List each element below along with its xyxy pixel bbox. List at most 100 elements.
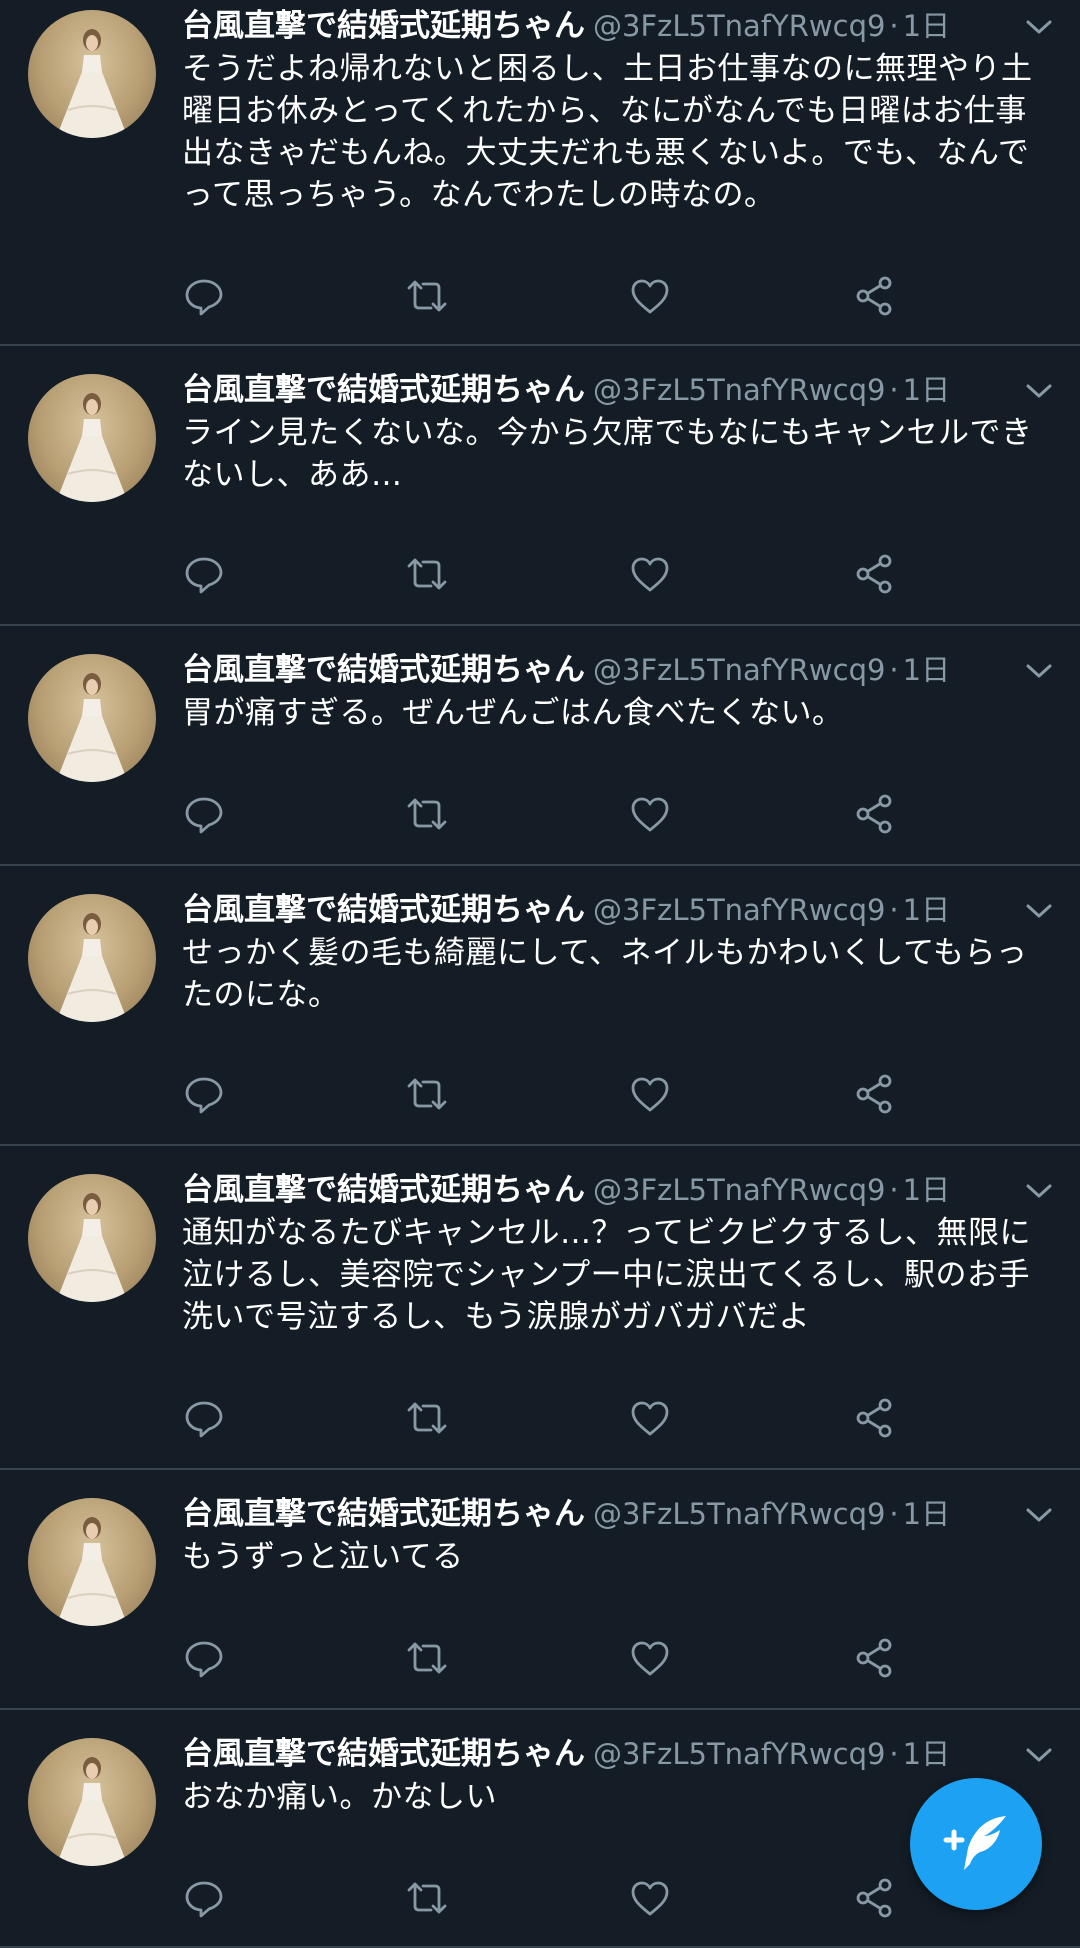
- separator-dot: ·: [889, 653, 899, 687]
- timestamp[interactable]: 1日: [903, 373, 950, 407]
- timestamp[interactable]: 1日: [903, 1737, 950, 1771]
- heart-icon[interactable]: [628, 552, 672, 596]
- separator-dot: ·: [889, 1737, 899, 1771]
- separator-dot: ·: [889, 373, 899, 407]
- avatar[interactable]: [28, 1498, 156, 1626]
- share-icon[interactable]: [852, 1876, 896, 1920]
- tweet-header: 台風直撃で結婚式延期ちゃん @3FzL5TnafYRwcq9 · 1日: [182, 4, 1016, 48]
- chevron-down-icon[interactable]: [1022, 10, 1056, 44]
- chevron-down-icon[interactable]: [1022, 1738, 1056, 1772]
- tweet[interactable]: 台風直撃で結婚式延期ちゃん @3FzL5TnafYRwcq9 · 1日 通知がなるたび…: [0, 1146, 1080, 1470]
- share-icon[interactable]: [852, 1636, 896, 1680]
- compose-tweet-button[interactable]: [910, 1778, 1042, 1910]
- user-handle[interactable]: @3FzL5TnafYRwcq9: [593, 1737, 885, 1771]
- reply-icon[interactable]: [182, 1636, 226, 1680]
- tweet-actions: [182, 552, 902, 596]
- avatar[interactable]: [28, 1174, 156, 1302]
- user-handle[interactable]: @3FzL5TnafYRwcq9: [593, 1173, 885, 1207]
- user-handle[interactable]: @3FzL5TnafYRwcq9: [593, 9, 885, 43]
- reply-icon[interactable]: [182, 274, 226, 318]
- tweet-text: せっかく髪の毛も綺麗にして、ネイルもかわいくしてもらったのにな。: [182, 935, 1028, 1013]
- timestamp[interactable]: 1日: [903, 893, 950, 927]
- retweet-icon[interactable]: [405, 552, 449, 596]
- tweet-header: 台風直撃で結婚式延期ちゃん @3FzL5TnafYRwcq9 · 1日: [182, 368, 1016, 412]
- separator-dot: ·: [889, 9, 899, 43]
- timestamp[interactable]: 1日: [903, 1173, 950, 1207]
- tweet-actions: [182, 792, 902, 836]
- tweet-text: 通知がなるたびキャンセル…？ってビクビクするし、無限に泣けるし、美容院でシャンプ…: [182, 1215, 1031, 1335]
- tweet-header: 台風直撃で結婚式延期ちゃん @3FzL5TnafYRwcq9 · 1日: [182, 1492, 1016, 1536]
- user-handle[interactable]: @3FzL5TnafYRwcq9: [593, 373, 885, 407]
- tweet[interactable]: 台風直撃で結婚式延期ちゃん @3FzL5TnafYRwcq9 · 1日 胃が痛すぎる。…: [0, 626, 1080, 866]
- display-name[interactable]: 台風直撃で結婚式延期ちゃん: [182, 8, 585, 44]
- avatar[interactable]: [28, 1738, 156, 1866]
- retweet-icon[interactable]: [405, 1636, 449, 1680]
- heart-icon[interactable]: [628, 1396, 672, 1440]
- retweet-icon[interactable]: [405, 792, 449, 836]
- separator-dot: ·: [889, 893, 899, 927]
- tweet[interactable]: 台風直撃で結婚式延期ちゃん @3FzL5TnafYRwcq9 · 1日 もうずっと泣い…: [0, 1470, 1080, 1710]
- display-name[interactable]: 台風直撃で結婚式延期ちゃん: [182, 1172, 585, 1208]
- timeline: 台風直撃で結婚式延期ちゃん @3FzL5TnafYRwcq9 · 1日 そうだよね帰れ…: [0, 0, 1080, 1948]
- timestamp[interactable]: 1日: [903, 653, 950, 687]
- share-icon[interactable]: [852, 792, 896, 836]
- share-icon[interactable]: [852, 552, 896, 596]
- share-icon[interactable]: [852, 1072, 896, 1116]
- heart-icon[interactable]: [628, 1072, 672, 1116]
- user-handle[interactable]: @3FzL5TnafYRwcq9: [593, 1497, 885, 1531]
- display-name[interactable]: 台風直撃で結婚式延期ちゃん: [182, 892, 585, 928]
- share-icon[interactable]: [852, 1396, 896, 1440]
- reply-icon[interactable]: [182, 1072, 226, 1116]
- retweet-icon[interactable]: [405, 1396, 449, 1440]
- tweet-actions: [182, 1876, 902, 1920]
- tweet-text: ライン見たくないな。今から欠席でもなにもキャンセルできないし、ああ…: [182, 415, 1033, 493]
- tweet-header: 台風直撃で結婚式延期ちゃん @3FzL5TnafYRwcq9 · 1日: [182, 648, 1016, 692]
- timestamp[interactable]: 1日: [903, 9, 950, 43]
- display-name[interactable]: 台風直撃で結婚式延期ちゃん: [182, 1736, 585, 1772]
- avatar[interactable]: [28, 654, 156, 782]
- retweet-icon[interactable]: [405, 1876, 449, 1920]
- tweet-actions: [182, 1072, 902, 1116]
- reply-icon[interactable]: [182, 1876, 226, 1920]
- chevron-down-icon[interactable]: [1022, 374, 1056, 408]
- heart-icon[interactable]: [628, 1876, 672, 1920]
- chevron-down-icon[interactable]: [1022, 1174, 1056, 1208]
- tweet-text: 胃が痛すぎる。ぜんぜんごはん食べたくない。: [182, 695, 844, 731]
- avatar[interactable]: [28, 374, 156, 502]
- reply-icon[interactable]: [182, 1396, 226, 1440]
- tweet-text: そうだよね帰れないと困るし、土日お仕事なのに無理やり土曜日お休みとってくれたから…: [182, 51, 1033, 213]
- tweet-text: もうずっと泣いてる: [182, 1539, 464, 1575]
- retweet-icon[interactable]: [405, 1072, 449, 1116]
- heart-icon[interactable]: [628, 274, 672, 318]
- heart-icon[interactable]: [628, 1636, 672, 1680]
- tweet-actions: [182, 274, 902, 318]
- compose-tweet-icon: [943, 1816, 1006, 1870]
- display-name[interactable]: 台風直撃で結婚式延期ちゃん: [182, 372, 585, 408]
- share-icon[interactable]: [852, 274, 896, 318]
- avatar[interactable]: [28, 10, 156, 138]
- display-name[interactable]: 台風直撃で結婚式延期ちゃん: [182, 1496, 585, 1532]
- chevron-down-icon[interactable]: [1022, 654, 1056, 688]
- avatar[interactable]: [28, 894, 156, 1022]
- separator-dot: ·: [889, 1173, 899, 1207]
- reply-icon[interactable]: [182, 792, 226, 836]
- tweet-header: 台風直撃で結婚式延期ちゃん @3FzL5TnafYRwcq9 · 1日: [182, 1168, 1016, 1212]
- user-handle[interactable]: @3FzL5TnafYRwcq9: [593, 893, 885, 927]
- tweet[interactable]: 台風直撃で結婚式延期ちゃん @3FzL5TnafYRwcq9 · 1日 ライン見たくな…: [0, 346, 1080, 626]
- tweet-actions: [182, 1396, 902, 1440]
- reply-icon[interactable]: [182, 552, 226, 596]
- display-name[interactable]: 台風直撃で結婚式延期ちゃん: [182, 652, 585, 688]
- user-handle[interactable]: @3FzL5TnafYRwcq9: [593, 653, 885, 687]
- tweet-header: 台風直撃で結婚式延期ちゃん @3FzL5TnafYRwcq9 · 1日: [182, 1732, 1016, 1776]
- tweet-actions: [182, 1636, 902, 1680]
- timestamp[interactable]: 1日: [903, 1497, 950, 1531]
- separator-dot: ·: [889, 1497, 899, 1531]
- tweet[interactable]: 台風直撃で結婚式延期ちゃん @3FzL5TnafYRwcq9 · 1日 そうだよね帰れ…: [0, 0, 1080, 346]
- tweet-header: 台風直撃で結婚式延期ちゃん @3FzL5TnafYRwcq9 · 1日: [182, 888, 1016, 932]
- chevron-down-icon[interactable]: [1022, 1498, 1056, 1532]
- heart-icon[interactable]: [628, 792, 672, 836]
- tweet[interactable]: 台風直撃で結婚式延期ちゃん @3FzL5TnafYRwcq9 · 1日 せっかく髪の毛…: [0, 866, 1080, 1146]
- tweet-text: おなか痛い。かなしい: [182, 1779, 497, 1815]
- retweet-icon[interactable]: [405, 274, 449, 318]
- chevron-down-icon[interactable]: [1022, 894, 1056, 928]
